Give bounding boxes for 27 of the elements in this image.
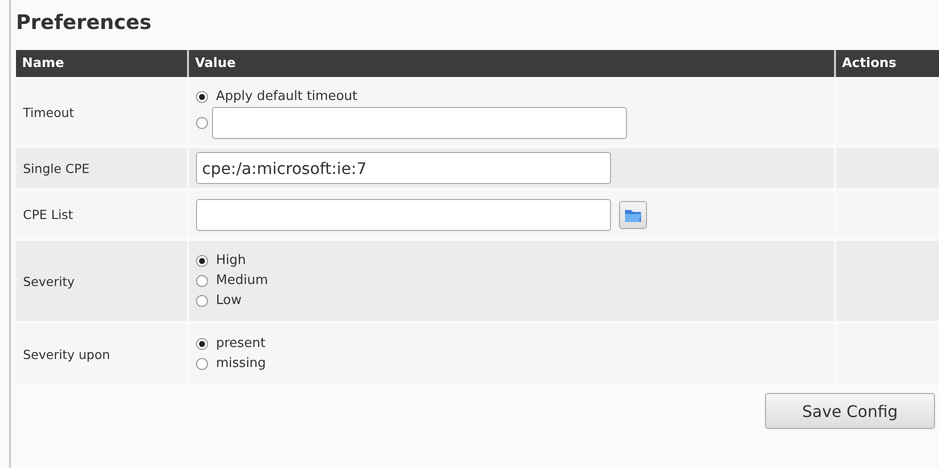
radio-button[interactable] xyxy=(196,338,208,350)
save-config-button[interactable]: Save Config xyxy=(765,393,935,429)
table-cell-text: Single CPE xyxy=(22,160,91,178)
column-header: Name xyxy=(16,50,187,77)
radio-label[interactable]: present xyxy=(216,334,266,354)
radio-button[interactable] xyxy=(196,91,208,103)
page-title: Preferences xyxy=(16,9,152,36)
radio-label[interactable]: Low xyxy=(216,291,242,311)
column-header: Actions xyxy=(836,50,939,77)
cpe-field[interactable]: cpe:/a:microsoft:ie:7 xyxy=(196,152,611,184)
radio-button[interactable] xyxy=(196,117,208,129)
table-cell-text: Severity xyxy=(22,272,76,291)
radio-button[interactable] xyxy=(196,295,208,307)
table-cell-text: CPE List xyxy=(22,206,74,224)
radio-button[interactable] xyxy=(196,275,208,287)
table-cell-text: Timeout xyxy=(22,104,76,122)
cpe-list-field[interactable] xyxy=(196,198,611,230)
table-cell-text: Severity upon xyxy=(22,346,112,364)
folder-button[interactable] xyxy=(619,200,647,228)
column-header: Value xyxy=(189,50,834,77)
radio-label[interactable]: High xyxy=(216,251,246,271)
radio-label[interactable]: Apply default timeout xyxy=(216,87,358,107)
radio-label[interactable]: Medium xyxy=(216,271,268,291)
timeout-field[interactable] xyxy=(212,107,627,139)
radio-button[interactable] xyxy=(196,255,208,267)
radio-button[interactable] xyxy=(196,358,208,370)
radio-label[interactable]: missing xyxy=(216,354,266,374)
